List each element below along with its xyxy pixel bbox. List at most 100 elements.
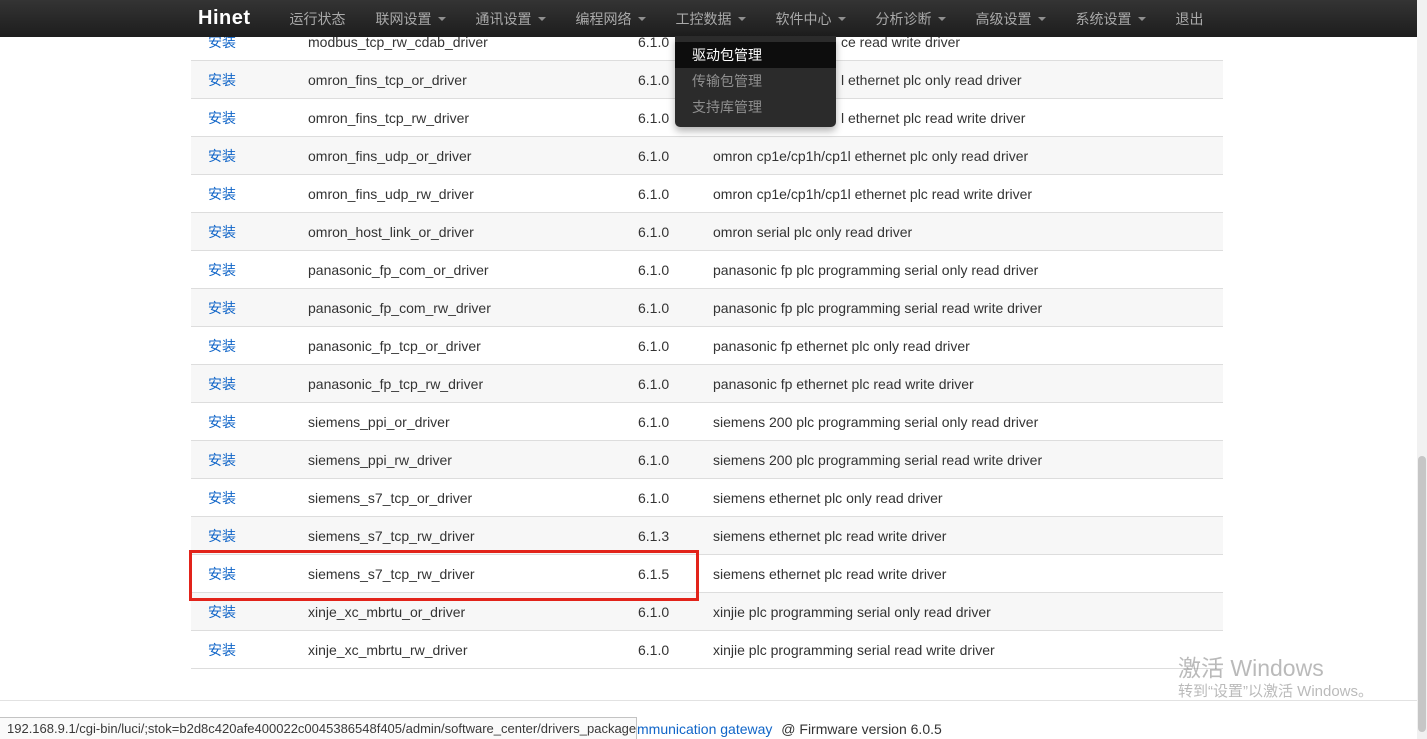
driver-name: panasonic_fp_tcp_rw_driver (308, 376, 638, 392)
driver-name: omron_fins_udp_rw_driver (308, 186, 638, 202)
driver-version: 6.1.0 (638, 376, 713, 392)
table-row: 安装 siemens_ppi_or_driver 6.1.0 siemens 2… (191, 403, 1223, 441)
vertical-scrollbar[interactable] (1417, 0, 1427, 739)
driver-version: 6.1.0 (638, 224, 713, 240)
driver-description: siemens 200 plc programming serial only … (713, 414, 1223, 430)
navbar-item-analysis-diagnosis[interactable]: 分析诊断 (861, 0, 961, 37)
chevron-down-icon (738, 17, 746, 21)
table-row: 安装 siemens_s7_tcp_or_driver 6.1.0 siemen… (191, 479, 1223, 517)
install-link[interactable]: 安装 (208, 566, 236, 582)
install-link[interactable]: 安装 (208, 262, 236, 278)
navbar-item-run-status[interactable]: 运行状态 (275, 0, 361, 37)
dropdown-item-transfer-package-mgmt[interactable]: 传输包管理 (675, 68, 836, 94)
driver-name: xinje_xc_mbrtu_rw_driver (308, 642, 638, 658)
install-link[interactable]: 安装 (208, 452, 236, 468)
driver-version: 6.1.0 (638, 186, 713, 202)
driver-name: omron_fins_tcp_rw_driver (308, 110, 638, 126)
scrollbar-thumb[interactable] (1418, 456, 1426, 732)
table-row: 安装 omron_host_link_or_driver 6.1.0 omron… (191, 213, 1223, 251)
driver-name: siemens_s7_tcp_rw_driver (308, 566, 638, 582)
driver-name: panasonic_fp_com_rw_driver (308, 300, 638, 316)
navbar-item-comm-settings[interactable]: 通讯设置 (461, 0, 561, 37)
driver-description: siemens ethernet plc read write driver (713, 566, 1223, 582)
driver-description: panasonic fp ethernet plc only read driv… (713, 338, 1223, 354)
install-link[interactable]: 安装 (208, 110, 236, 126)
driver-name: omron_fins_tcp_or_driver (308, 72, 638, 88)
footer: mmunication gateway @ Firmware version 6… (637, 721, 942, 737)
navbar-item-industrial-data[interactable]: 工控数据 (661, 0, 761, 37)
navbar-item-network-settings[interactable]: 联网设置 (361, 0, 461, 37)
driver-name: omron_host_link_or_driver (308, 224, 638, 240)
table-row: 安装 panasonic_fp_com_rw_driver 6.1.0 pana… (191, 289, 1223, 327)
footer-gateway-link[interactable]: mmunication gateway (637, 721, 772, 737)
install-link[interactable]: 安装 (208, 224, 236, 240)
chevron-down-icon (638, 17, 646, 21)
install-link[interactable]: 安装 (208, 376, 236, 392)
driver-description: omron cp1e/cp1h/cp1l ethernet plc read w… (713, 186, 1223, 202)
top-navbar: Hinet 运行状态 联网设置 通讯设置 编程网络 工控数据 软件中心 分析诊断… (0, 0, 1417, 37)
install-link[interactable]: 安装 (208, 414, 236, 430)
chevron-down-icon (1138, 17, 1146, 21)
driver-version: 6.1.3 (638, 528, 713, 544)
driver-name: siemens_ppi_or_driver (308, 414, 638, 430)
driver-description: siemens ethernet plc only read driver (713, 490, 1223, 506)
install-link[interactable]: 安装 (208, 148, 236, 164)
install-link[interactable]: 安装 (208, 72, 236, 88)
install-link[interactable]: 安装 (208, 186, 236, 202)
driver-description: xinjie plc programming serial only read … (713, 604, 1223, 620)
driver-description: omron serial plc only read driver (713, 224, 1223, 240)
driver-name: panasonic_fp_com_or_driver (308, 262, 638, 278)
navbar-item-advanced-settings[interactable]: 高级设置 (961, 0, 1061, 37)
navbar-item-software-center[interactable]: 软件中心 (761, 0, 861, 37)
driver-name: siemens_ppi_rw_driver (308, 452, 638, 468)
navbar-item-logout[interactable]: 退出 (1161, 0, 1219, 37)
driver-version: 6.1.0 (638, 262, 713, 278)
driver-name: omron_fins_udp_or_driver (308, 148, 638, 164)
driver-description: siemens ethernet plc read write driver (713, 528, 1223, 544)
driver-description: xinjie plc programming serial read write… (713, 642, 1223, 658)
browser-status-url: 192.168.9.1/cgi-bin/luci/;stok=b2d8c420a… (0, 717, 637, 739)
dropdown-item-support-library-mgmt[interactable]: 支持库管理 (675, 94, 836, 120)
driver-version: 6.1.0 (638, 414, 713, 430)
dropdown-item-driver-package-mgmt[interactable]: 驱动包管理 (675, 42, 836, 68)
software-center-dropdown: 驱动包管理传输包管理支持库管理 (675, 36, 836, 127)
chevron-down-icon (838, 17, 846, 21)
chevron-down-icon (538, 17, 546, 21)
driver-description: panasonic fp ethernet plc read write dri… (713, 376, 1223, 392)
driver-version: 6.1.0 (638, 338, 713, 354)
install-link[interactable]: 安装 (208, 338, 236, 354)
table-row: 安装 panasonic_fp_com_or_driver 6.1.0 pana… (191, 251, 1223, 289)
driver-description: omron cp1e/cp1h/cp1l ethernet plc only r… (713, 148, 1223, 164)
driver-name: siemens_s7_tcp_rw_driver (308, 528, 638, 544)
driver-version: 6.1.0 (638, 642, 713, 658)
driver-version: 6.1.5 (638, 566, 713, 582)
table-row: 安装 xinje_xc_mbrtu_rw_driver 6.1.0 xinjie… (191, 631, 1223, 669)
chevron-down-icon (1038, 17, 1046, 21)
navbar-item-system-settings[interactable]: 系统设置 (1061, 0, 1161, 37)
driver-name: xinje_xc_mbrtu_or_driver (308, 604, 638, 620)
table-row: 安装 omron_fins_udp_rw_driver 6.1.0 omron … (191, 175, 1223, 213)
navbar-item-programming-network[interactable]: 编程网络 (561, 0, 661, 37)
table-row: 安装 panasonic_fp_tcp_or_driver 6.1.0 pana… (191, 327, 1223, 365)
page: 安装 modbus_tcp_rw_cdab_driver 6.1.0 ce re… (0, 0, 1427, 739)
navbar-menu: 运行状态 联网设置 通讯设置 编程网络 工控数据 软件中心 分析诊断 高级设置 … (275, 0, 1219, 37)
driver-version: 6.1.0 (638, 300, 713, 316)
install-link[interactable]: 安装 (208, 300, 236, 316)
table-row: 安装 panasonic_fp_tcp_rw_driver 6.1.0 pana… (191, 365, 1223, 403)
install-link[interactable]: 安装 (208, 642, 236, 658)
table-row: 安装 siemens_s7_tcp_rw_driver 6.1.5 siemen… (191, 555, 1223, 593)
brand-logo[interactable]: Hinet (198, 7, 251, 30)
footer-divider (0, 700, 1417, 701)
table-row: 安装 siemens_s7_tcp_rw_driver 6.1.3 siemen… (191, 517, 1223, 555)
table-row: 安装 xinje_xc_mbrtu_or_driver 6.1.0 xinjie… (191, 593, 1223, 631)
driver-description: panasonic fp plc programming serial read… (713, 300, 1223, 316)
install-link[interactable]: 安装 (208, 490, 236, 506)
table-row: 安装 omron_fins_udp_or_driver 6.1.0 omron … (191, 137, 1223, 175)
install-link[interactable]: 安装 (208, 604, 236, 620)
chevron-down-icon (938, 17, 946, 21)
driver-version: 6.1.0 (638, 452, 713, 468)
driver-name: panasonic_fp_tcp_or_driver (308, 338, 638, 354)
table-row: 安装 siemens_ppi_rw_driver 6.1.0 siemens 2… (191, 441, 1223, 479)
driver-description: panasonic fp plc programming serial only… (713, 262, 1223, 278)
install-link[interactable]: 安装 (208, 528, 236, 544)
